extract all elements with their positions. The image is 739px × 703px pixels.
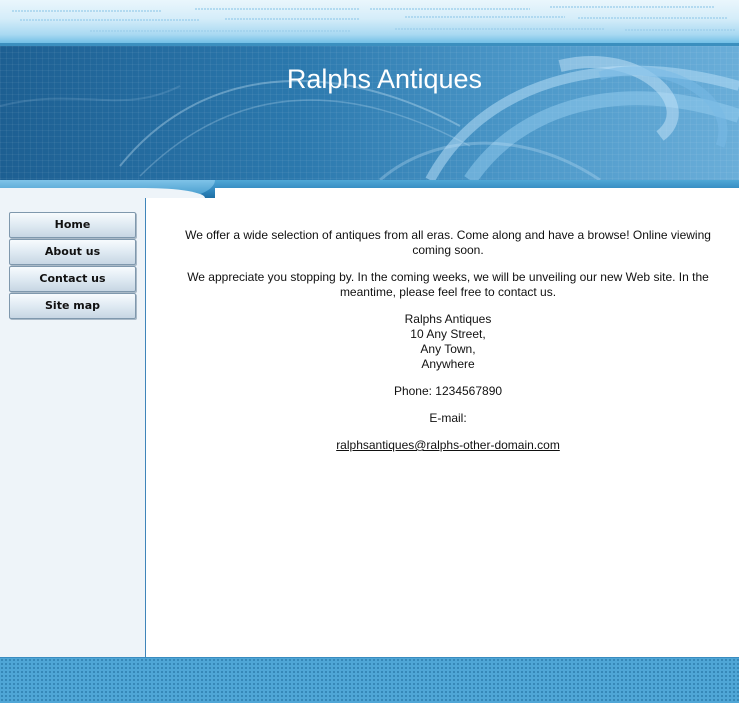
footer <box>0 657 739 703</box>
email-label: E-mail: <box>429 411 467 425</box>
phone-text: Phone: 1234567890 <box>393 384 503 398</box>
nav-contact-us-button[interactable]: Contact us <box>9 266 136 292</box>
main-content: We offer a wide selection of antiques fr… <box>146 198 739 657</box>
address-name: Ralphs Antiques <box>404 312 492 326</box>
page: Ralphs Antiques Home About us Contact us… <box>0 0 739 703</box>
header-divider <box>0 180 739 198</box>
email-link[interactable]: ralphsantiques@ralphs-other-domain.com <box>336 438 560 452</box>
email-line: ralphsantiques@ralphs-other-domain.com <box>174 438 722 453</box>
sidebar: Home About us Contact us Site map <box>0 198 146 657</box>
nav-home-button[interactable]: Home <box>9 212 136 238</box>
intro-paragraph: We offer a wide selection of antiques fr… <box>185 228 711 257</box>
header-banner: Ralphs Antiques <box>0 46 739 180</box>
welcome-paragraph: We appreciate you stopping by. In the co… <box>187 270 709 299</box>
site-title: Ralphs Antiques <box>286 64 483 94</box>
address-town: Any Town, <box>420 342 476 356</box>
top-strip <box>0 0 739 46</box>
nav-site-map-button[interactable]: Site map <box>9 293 136 319</box>
address-street: 10 Any Street, <box>410 327 486 341</box>
nav-about-us-button[interactable]: About us <box>9 239 136 265</box>
address-region: Anywhere <box>421 357 475 371</box>
